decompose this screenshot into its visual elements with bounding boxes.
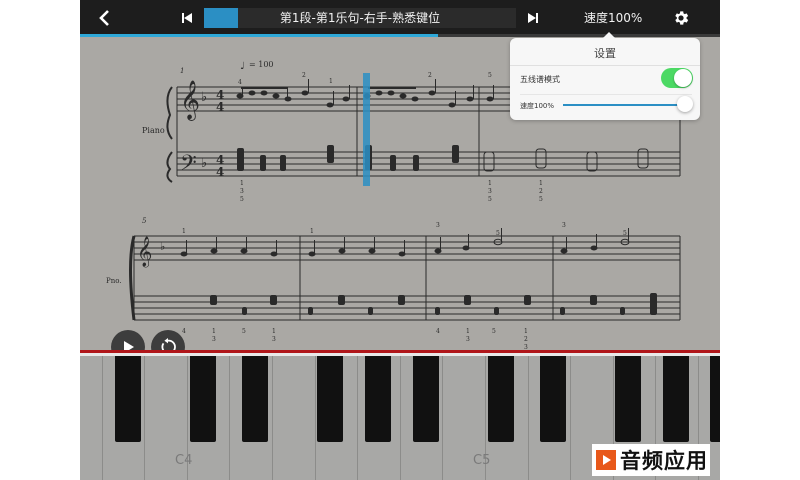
svg-text:5: 5 [623, 230, 627, 237]
speed-slider[interactable] [563, 96, 693, 112]
skip-previous-icon [182, 13, 192, 23]
brace-1 [166, 86, 173, 183]
measure-number-1: 1 [180, 67, 184, 75]
svg-text:1: 1 [240, 180, 244, 187]
watermark: 音频应用 [592, 444, 710, 476]
svg-text:5: 5 [488, 72, 492, 79]
black-key[interactable] [710, 356, 720, 442]
svg-text:3: 3 [466, 336, 470, 343]
svg-text:3: 3 [436, 222, 440, 229]
svg-text:3: 3 [240, 188, 244, 195]
svg-text:1: 1 [310, 228, 314, 235]
segment-bar[interactable]: 第1段-第1乐句-右手-熟悉键位 [204, 8, 516, 28]
speed-setting-label: 速度100% [520, 102, 555, 110]
black-key[interactable] [365, 356, 391, 442]
top-bar: 第1段-第1乐句-右手-熟悉键位 速度100% [80, 0, 720, 37]
svg-text:3: 3 [212, 336, 216, 343]
popover-arrow [603, 32, 615, 38]
svg-text:2: 2 [539, 188, 543, 195]
svg-text:2: 2 [302, 72, 306, 79]
svg-text:5: 5 [488, 196, 492, 203]
svg-text:4: 4 [216, 100, 224, 114]
white-key[interactable] [273, 356, 316, 480]
previous-segment-button[interactable] [180, 7, 194, 29]
play-logo-icon [596, 450, 616, 470]
treble-clef-icon: 𝄞 [180, 80, 200, 121]
svg-text:1: 1 [272, 328, 276, 335]
svg-text:1: 1 [329, 78, 333, 85]
divider [520, 94, 692, 95]
svg-text:5: 5 [492, 328, 496, 335]
toggle-knob [674, 69, 692, 87]
treble-clef-icon: 𝄞 [137, 236, 152, 268]
black-key[interactable] [615, 356, 641, 442]
svg-text:3: 3 [272, 336, 276, 343]
measure-number-5: 5 [142, 217, 147, 225]
svg-text:5: 5 [496, 230, 500, 237]
bass-staff-1 [177, 151, 680, 177]
slider-thumb[interactable] [677, 96, 693, 112]
svg-text:4: 4 [238, 79, 242, 86]
svg-text:2: 2 [524, 336, 528, 343]
svg-text:1: 1 [488, 180, 492, 187]
key-label: C4 [175, 453, 193, 468]
svg-text:1: 1 [524, 328, 528, 335]
black-key[interactable] [317, 356, 343, 442]
key-label: C5 [473, 453, 491, 468]
svg-text:3: 3 [488, 188, 492, 195]
svg-text:♭: ♭ [160, 240, 165, 253]
svg-text:2: 2 [428, 72, 432, 79]
divider [510, 65, 700, 66]
instrument-label-2: Pno. [106, 277, 122, 285]
slider-fill [563, 104, 685, 106]
back-button[interactable] [94, 7, 114, 29]
svg-text:4: 4 [182, 328, 186, 335]
svg-text:1: 1 [466, 328, 470, 335]
svg-text:4: 4 [436, 328, 440, 335]
svg-text:♩: ♩ [240, 61, 245, 72]
staff-mode-label: 五线谱模式 [520, 75, 560, 84]
segment-title: 第1段-第1乐句-右手-熟悉键位 [279, 11, 441, 25]
black-key[interactable] [413, 356, 439, 442]
app: 第1段-第1乐句-右手-熟悉键位 速度100% 𝄞 𝄢 ♭ ♭ 4 4 4 4 … [80, 0, 720, 480]
settings-popover: 设置 五线谱模式 速度100% [510, 32, 700, 120]
chevron-left-icon [99, 10, 109, 26]
svg-text:3: 3 [562, 222, 566, 229]
skip-next-icon [528, 13, 538, 23]
svg-text:1: 1 [212, 328, 216, 335]
white-key[interactable] [80, 356, 103, 480]
black-key[interactable] [242, 356, 268, 442]
black-key[interactable] [190, 356, 216, 442]
svg-text:♭: ♭ [201, 156, 207, 171]
black-key[interactable] [488, 356, 514, 442]
gear-icon [675, 11, 689, 25]
black-key[interactable] [663, 356, 689, 442]
black-key[interactable] [540, 356, 566, 442]
black-key[interactable] [115, 356, 141, 442]
staff-mode-toggle[interactable] [661, 68, 693, 88]
svg-text:5: 5 [240, 196, 244, 203]
settings-title: 设置 [594, 47, 616, 60]
playhead-cursor [363, 73, 370, 186]
svg-text:♭: ♭ [201, 90, 207, 105]
svg-text:5: 5 [242, 328, 246, 335]
tempo-marking: = 100 [249, 60, 274, 69]
brace-2 [129, 235, 136, 321]
svg-text:1: 1 [539, 180, 543, 187]
instrument-label-1: Piano [142, 126, 165, 135]
speed-label[interactable]: 速度100% [584, 8, 642, 28]
treble-staff-2 [134, 235, 680, 261]
svg-text:5: 5 [539, 196, 543, 203]
settings-button[interactable] [670, 7, 692, 29]
watermark-text: 音频应用 [620, 449, 708, 473]
bass-clef-icon: 𝄢 [180, 151, 197, 181]
svg-text:1: 1 [182, 228, 186, 235]
svg-text:4: 4 [216, 165, 224, 179]
next-segment-button[interactable] [526, 7, 540, 29]
